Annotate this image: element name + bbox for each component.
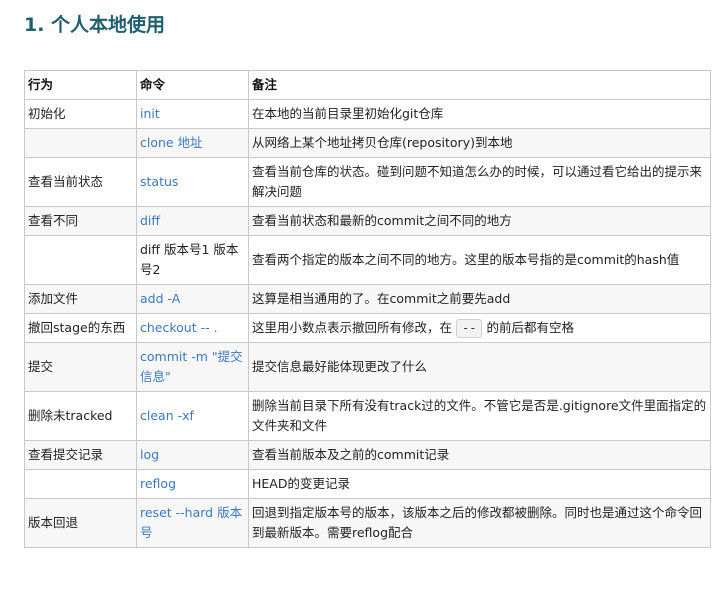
row-command-link[interactable]: init [136,99,249,129]
row-command-link[interactable]: diff [136,206,249,236]
table-header-row: 行为 命令 备注 [24,70,711,100]
table-row: 撤回stage的东西 checkout -- . 这里用小数点表示撤回所有修改，… [24,313,711,343]
row-command-link[interactable]: checkout -- . [136,313,249,343]
table-row: 添加文件 add -A 这算是相当通用的了。在commit之前要先add [24,284,711,314]
table-row: 查看不同 diff 查看当前状态和最新的commit之间不同的地方 [24,206,711,236]
row-action: 版本回退 [24,498,137,548]
table-row: 提交 commit -m "提交信息" 提交信息最好能体现更改了什么 [24,342,711,392]
row-command-link[interactable]: commit -m "提交信息" [136,342,249,392]
row-action: 提交 [24,342,137,392]
note-text-post: 的前后都有空格 [486,320,574,335]
row-command-link[interactable]: reset --hard 版本号 [136,498,249,548]
row-note: 在本地的当前目录里初始化git仓库 [248,99,711,129]
row-note: 查看当前版本及之前的commit记录 [248,440,711,470]
table-row: 查看提交记录 log 查看当前版本及之前的commit记录 [24,440,711,470]
row-action: 撤回stage的东西 [24,313,137,343]
row-note: 提交信息最好能体现更改了什么 [248,342,711,392]
row-action: 查看提交记录 [24,440,137,470]
row-note: 查看当前状态和最新的commit之间不同的地方 [248,206,711,236]
row-note: 删除当前目录下所有没有track过的文件。不管它是否是.gitignore文件里… [248,391,711,441]
row-note: 这里用小数点表示撤回所有修改，在 -- 的前后都有空格 [248,313,711,343]
row-note: 从网络上某个地址拷贝仓库(repository)到本地 [248,128,711,158]
row-action [24,128,137,158]
row-command-link[interactable]: status [136,157,249,207]
row-note: HEAD的变更记录 [248,469,711,499]
inline-code: -- [456,319,483,338]
header-note: 备注 [248,70,711,100]
git-commands-table: 行为 命令 备注 初始化 init 在本地的当前目录里初始化git仓库 clon… [24,70,711,548]
table-row: 初始化 init 在本地的当前目录里初始化git仓库 [24,99,711,129]
row-command-link[interactable]: log [136,440,249,470]
page: 1. 个人本地使用 行为 命令 备注 初始化 init 在本地的当前目录里初始化… [0,0,714,601]
header-action: 行为 [24,70,137,100]
row-command-link[interactable]: add -A [136,284,249,314]
row-command-link[interactable]: clone 地址 [136,128,249,158]
row-note: 查看两个指定的版本之间不同的地方。这里的版本号指的是commit的hash值 [248,235,711,285]
section-heading: 1. 个人本地使用 [24,14,166,36]
table-row: diff 版本号1 版本号2 查看两个指定的版本之间不同的地方。这里的版本号指的… [24,235,711,285]
table-row: 查看当前状态 status 查看当前仓库的状态。碰到问题不知道怎么办的时候，可以… [24,157,711,207]
header-command: 命令 [136,70,249,100]
row-action [24,469,137,499]
table-row: 版本回退 reset --hard 版本号 回退到指定版本号的版本，该版本之后的… [24,498,711,548]
row-action: 查看当前状态 [24,157,137,207]
row-command-link[interactable]: reflog [136,469,249,499]
row-action: 添加文件 [24,284,137,314]
row-command-link[interactable]: clean -xf [136,391,249,441]
row-note: 回退到指定版本号的版本，该版本之后的修改都被删除。同时也是通过这个命令回到最新版… [248,498,711,548]
row-action: 初始化 [24,99,137,129]
table-row: 删除未tracked clean -xf 删除当前目录下所有没有track过的文… [24,391,711,441]
table-row: clone 地址 从网络上某个地址拷贝仓库(repository)到本地 [24,128,711,158]
row-action [24,235,137,285]
row-note: 查看当前仓库的状态。碰到问题不知道怎么办的时候，可以通过看它给出的提示来解决问题 [248,157,711,207]
table-row: reflog HEAD的变更记录 [24,469,711,499]
row-note: 这算是相当通用的了。在commit之前要先add [248,284,711,314]
row-action: 删除未tracked [24,391,137,441]
row-command: diff 版本号1 版本号2 [136,235,249,285]
note-text-pre: 这里用小数点表示撤回所有修改，在 [252,320,453,335]
row-action: 查看不同 [24,206,137,236]
